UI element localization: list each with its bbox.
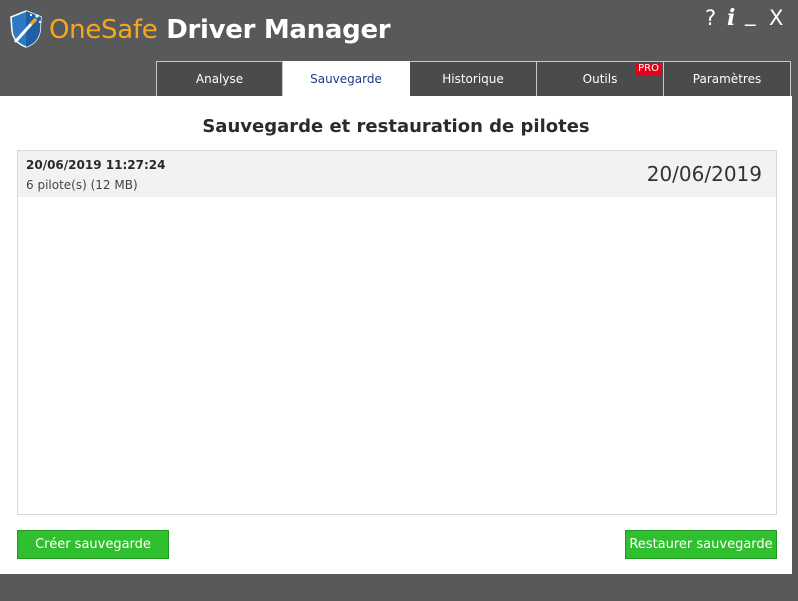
info-button[interactable]: i <box>727 6 735 30</box>
tab-outils[interactable]: Outils PRO <box>537 61 664 96</box>
help-button[interactable]: ? <box>705 6 716 30</box>
window-footer <box>0 574 798 601</box>
close-button[interactable]: X <box>769 6 783 30</box>
minimize-button[interactable]: _ <box>745 2 756 26</box>
app-title-rest: Driver Manager <box>157 15 391 45</box>
app-title-one: One <box>49 15 102 45</box>
tab-analyse[interactable]: Analyse <box>156 61 283 96</box>
tab-outils-label: Outils <box>582 72 618 86</box>
backup-list[interactable]: 20/06/2019 11:27:24 6 pilote(s) (12 MB) … <box>17 150 777 515</box>
tab-parametres[interactable]: Paramètres <box>664 61 791 96</box>
create-backup-button[interactable]: Créer sauvegarde <box>17 530 169 559</box>
title-bar: OneSafe Driver Manager ? i _ X <box>0 0 798 62</box>
tab-historique[interactable]: Historique <box>410 61 537 96</box>
tab-bar: Analyse Sauvegarde Historique Outils PRO … <box>156 61 792 96</box>
app-title: OneSafe Driver Manager <box>49 14 391 46</box>
backup-details: 6 pilote(s) (12 MB) <box>26 178 138 192</box>
content-panel: Sauvegarde et restauration de pilotes 20… <box>0 96 792 574</box>
shield-wand-icon <box>10 10 42 48</box>
pro-badge: PRO <box>636 63 661 75</box>
tab-sauvegarde[interactable]: Sauvegarde <box>283 61 410 96</box>
backup-list-item[interactable]: 20/06/2019 11:27:24 6 pilote(s) (12 MB) … <box>18 151 776 197</box>
page-title: Sauvegarde et restauration de pilotes <box>202 116 590 137</box>
app-title-safe: Safe <box>101 15 158 45</box>
restore-backup-button[interactable]: Restaurer sauvegarde <box>625 530 777 559</box>
backup-datetime: 20/06/2019 11:27:24 <box>26 158 166 172</box>
backup-date: 20/06/2019 <box>646 162 762 186</box>
